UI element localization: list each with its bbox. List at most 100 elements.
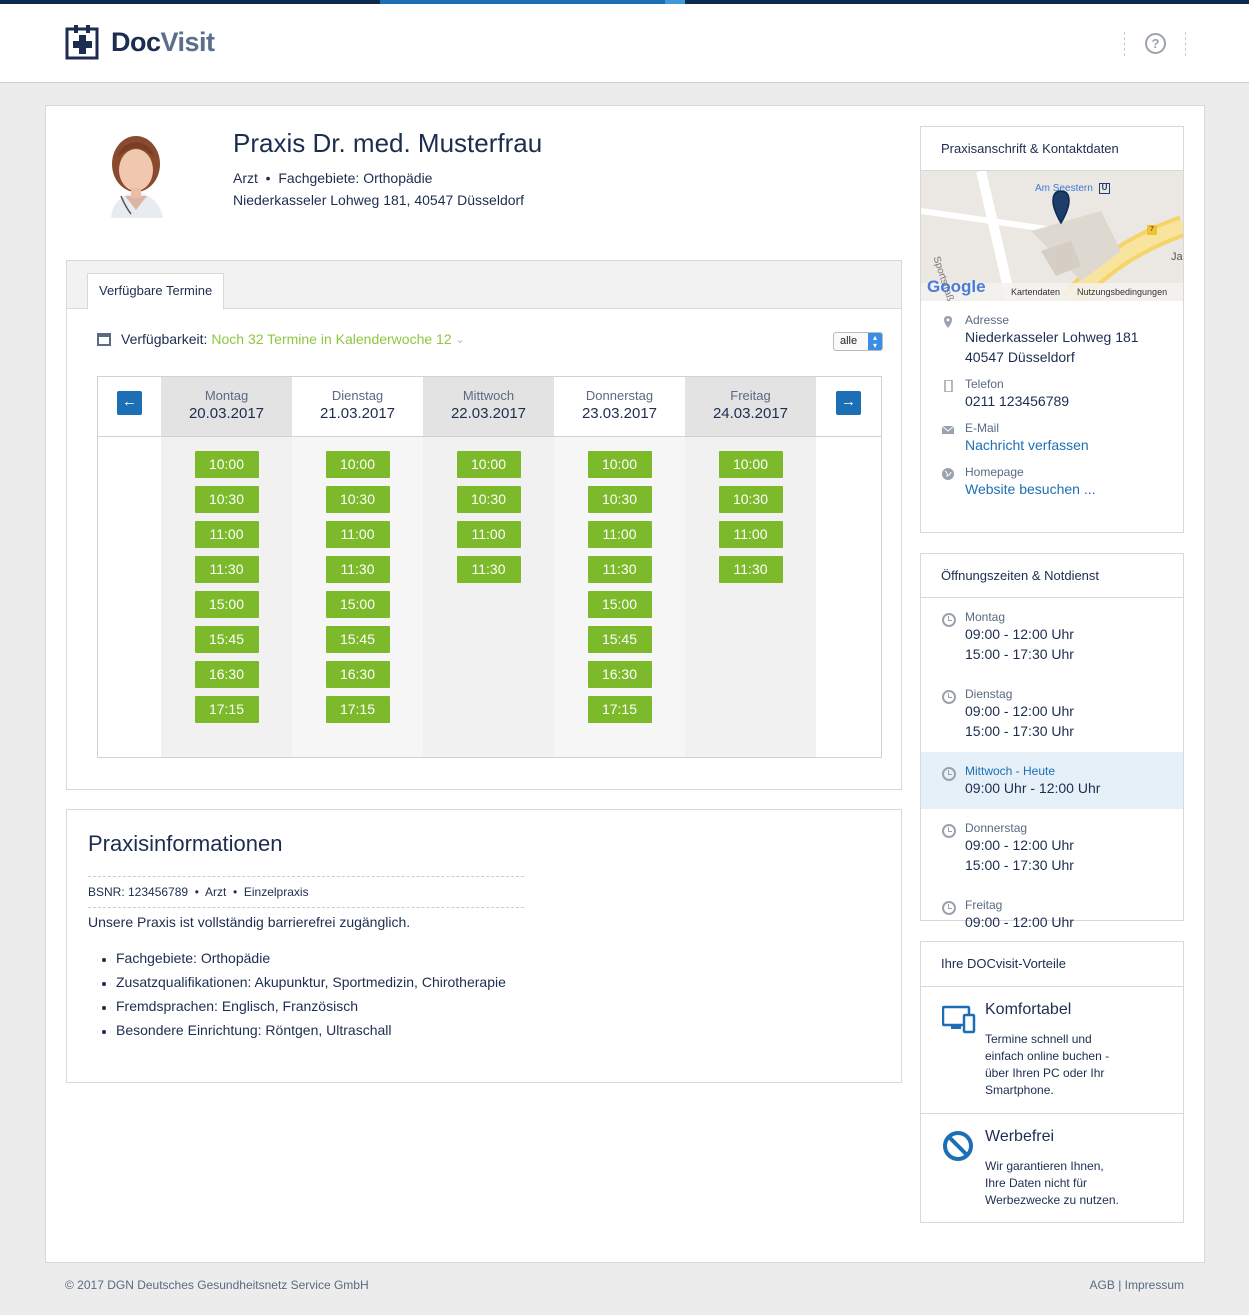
time-slot-button[interactable]: 10:30 (456, 486, 521, 513)
opening-hours-panel: Öffnungszeiten & Notdienst Montag 09:00 … (920, 553, 1184, 930)
time-slot-button[interactable]: 10:00 (587, 451, 652, 478)
next-week-button[interactable]: → (836, 391, 861, 415)
day-column-wednesday: Mittwoch 22.03.2017 10:00 10:30 11:00 11… (423, 377, 554, 757)
footer-copyright: © 2017 DGN Deutsches Gesundheitsnetz Ser… (65, 1278, 369, 1292)
day-date: 24.03.2017 (712, 405, 789, 422)
day-name: Freitag (730, 388, 771, 403)
subway-icon: U (1099, 183, 1110, 194)
hours-time: 15:00 - 17:30 Uhr (965, 857, 1074, 873)
hours-day: Mittwoch - Heute (965, 764, 1056, 778)
contact-address: Adresse Niederkasseler Lohweg 181 40547 … (921, 313, 1183, 367)
profile-role: Arzt (233, 170, 258, 186)
time-slot-button[interactable]: 17:15 (587, 696, 652, 723)
calendar-icon (97, 332, 111, 346)
time-slot-button[interactable]: 11:30 (587, 556, 652, 583)
location-map[interactable]: Am Seestern U 7 Sportstraße Ja Google Ka… (921, 171, 1183, 301)
phone-number[interactable]: 0211 123456789 (965, 391, 1183, 411)
hours-time: 09:00 - 12:00 Uhr (965, 914, 1074, 930)
time-slot-button[interactable]: 10:00 (325, 451, 390, 478)
profile-meta: Arzt • Fachgebiete: Orthopädie (233, 170, 432, 186)
time-slot-button[interactable]: 11:00 (587, 521, 652, 548)
hours-row-thursday: Donnerstag 09:00 - 12:00 Uhr 15:00 - 17:… (921, 809, 1183, 886)
day-column-friday: Freitag 24.03.2017 10:00 10:30 11:00 11:… (685, 377, 816, 757)
agb-link[interactable]: AGB (1090, 1278, 1115, 1292)
info-role: Arzt (204, 885, 227, 899)
clock-icon (942, 824, 956, 838)
day-date: 22.03.2017 (450, 405, 527, 422)
chevron-down-icon[interactable]: ⌄ (456, 333, 465, 346)
availability-dropdown[interactable]: Noch 32 Termine in Kalenderwoche 12 (211, 331, 451, 347)
time-slot-button[interactable]: 11:30 (194, 556, 259, 583)
compose-message-link[interactable]: Nachricht verfassen (965, 435, 1183, 455)
logo[interactable]: DocVisit (65, 24, 215, 60)
hours-time: 15:00 - 17:30 Uhr (965, 723, 1074, 739)
day-date: 21.03.2017 (319, 405, 396, 422)
time-slot-button[interactable]: 11:00 (456, 521, 521, 548)
advantages-panel: Ihre DOCvisit-Vorteile Komfortabel Termi… (920, 941, 1184, 1223)
page-title: Praxis Dr. med. Musterfrau (233, 128, 543, 158)
time-slot-button[interactable]: 11:00 (325, 521, 390, 548)
time-slot-button[interactable]: 17:15 (325, 696, 390, 723)
impressum-link[interactable]: Impressum (1125, 1278, 1184, 1292)
time-slot-button[interactable]: 15:45 (587, 626, 652, 653)
map-data-link[interactable]: Kartendaten (1011, 287, 1060, 297)
time-slot-button[interactable]: 15:00 (325, 591, 390, 618)
time-slot-button[interactable]: 10:00 (718, 451, 783, 478)
time-slot-button[interactable]: 16:30 (325, 661, 390, 688)
time-slot-button[interactable]: 10:00 (456, 451, 521, 478)
list-item: Fremdsprachen: Englisch, Französisch (88, 998, 506, 1022)
time-slot-button[interactable]: 11:00 (718, 521, 783, 548)
contact-title: Praxisanschrift & Kontaktdaten (921, 127, 1183, 171)
time-slot-button[interactable]: 11:30 (456, 556, 521, 583)
hours-day: Montag (965, 610, 1006, 624)
email-label: E-Mail (965, 421, 1000, 435)
time-slot-button[interactable]: 15:45 (325, 626, 390, 653)
doctor-avatar (81, 126, 191, 218)
filter-select[interactable]: alle ▴ ▾ (833, 332, 883, 351)
advantage-text: Termine schnell und einfach online buche… (985, 1032, 1110, 1097)
day-date: 23.03.2017 (581, 405, 658, 422)
visit-website-link[interactable]: Website besuchen ... (965, 479, 1183, 499)
time-slot-button[interactable]: 15:00 (587, 591, 652, 618)
info-list: Fachgebiete: Orthopädie Zusatzqualifikat… (88, 950, 506, 1046)
hours-row-friday: Freitag 09:00 - 12:00 Uhr (921, 886, 1183, 943)
time-slot-button[interactable]: 16:30 (194, 661, 259, 688)
time-slot-button[interactable]: 10:00 (194, 451, 259, 478)
section-title: Praxisinformationen (88, 831, 283, 856)
map-terms-link[interactable]: Nutzungsbedingungen (1077, 287, 1167, 297)
day-name: Montag (204, 388, 249, 403)
availability-label: Verfügbarkeit: (121, 331, 208, 347)
time-slot-button[interactable]: 10:30 (718, 486, 783, 513)
time-slot-button[interactable]: 10:30 (325, 486, 390, 513)
info-text: Unsere Praxis ist vollständig barrierefr… (88, 914, 411, 930)
time-slot-button[interactable]: 16:30 (587, 661, 652, 688)
time-slot-button[interactable]: 11:30 (718, 556, 783, 583)
header: DocVisit ? (0, 4, 1249, 83)
globe-icon (942, 468, 954, 480)
prev-week-button[interactable]: ← (117, 391, 142, 415)
practice-info-panel: Praxisinformationen BSNR: 123456789 • Ar… (66, 809, 902, 1083)
tab-available-appointments[interactable]: Verfügbare Termine (87, 273, 225, 310)
profile-address: Niederkasseler Lohweg 181, 40547 Düsseld… (233, 192, 525, 208)
hours-row-tuesday: Dienstag 09:00 - 12:00 Uhr 15:00 - 17:30… (921, 675, 1183, 752)
time-slot-button[interactable]: 11:00 (194, 521, 259, 548)
help-icon[interactable]: ? (1145, 33, 1166, 54)
main-container: Praxis Dr. med. Musterfrau Arzt • Fachge… (45, 105, 1205, 1263)
clock-icon (942, 613, 956, 627)
hours-day: Donnerstag (965, 821, 1028, 835)
time-slot-button[interactable]: 10:30 (587, 486, 652, 513)
bsnr: BSNR: 123456789 (88, 885, 189, 899)
tab-bar: Verfügbare Termine (67, 261, 901, 310)
time-slot-button[interactable]: 10:30 (194, 486, 259, 513)
time-slot-button[interactable]: 15:00 (194, 591, 259, 618)
separator-dot: • (229, 885, 241, 899)
map-road-number: 7 (1150, 226, 1154, 233)
time-slot-button[interactable]: 17:15 (194, 696, 259, 723)
time-slot-button[interactable]: 11:30 (325, 556, 390, 583)
google-logo: Google (927, 277, 986, 296)
profile-specialty: Fachgebiete: Orthopädie (278, 170, 433, 186)
day-column-tuesday: Dienstag 21.03.2017 10:00 10:30 11:00 11… (292, 377, 423, 757)
time-slot-button[interactable]: 15:45 (194, 626, 259, 653)
devices-icon (942, 1005, 976, 1034)
logo-text: DocVisit (111, 26, 215, 57)
